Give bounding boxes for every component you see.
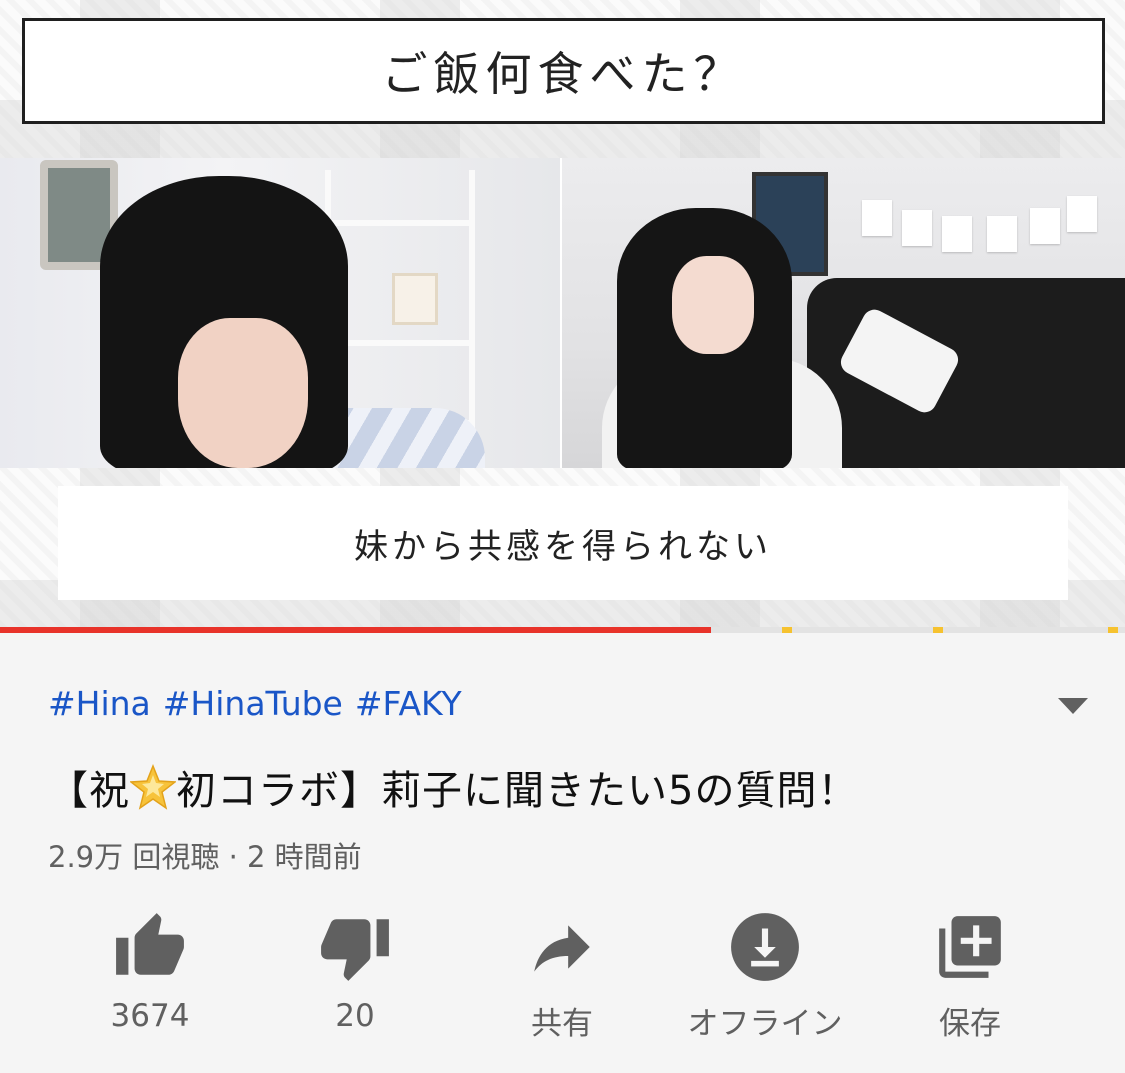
video-title-card: ご飯何食べた？ (22, 18, 1105, 124)
share-label: 共有 (531, 1006, 593, 1042)
save-label: 保存 (939, 1006, 1001, 1042)
like-button[interactable]: 3674 (45, 910, 255, 1034)
dislike-button[interactable]: 20 (250, 910, 460, 1034)
like-count: 3674 (110, 998, 190, 1034)
dislike-count: 20 (335, 998, 375, 1034)
hashtag-link[interactable]: #HinaTube (163, 684, 343, 723)
right-camera-frame (562, 158, 1125, 468)
video-call-frames (0, 158, 1125, 468)
star-emoji-icon (130, 764, 176, 810)
upload-time: 2 時間前 (247, 840, 362, 874)
download-icon (731, 913, 799, 981)
offline-label: オフライン (687, 1006, 843, 1042)
hanging-cards (862, 194, 1097, 274)
progress-played (0, 627, 711, 633)
video-subtitle-card: 妹から共感を得られない (58, 486, 1068, 600)
dislike-icon (321, 919, 389, 981)
offline-button[interactable]: オフライン (660, 910, 870, 1043)
video-title-part1: 【祝 (48, 768, 130, 814)
left-camera-frame (0, 158, 562, 468)
expand-arrow-icon[interactable] (1058, 698, 1088, 716)
video-progress-bar[interactable] (0, 627, 1125, 633)
ad-marker (1108, 627, 1118, 633)
video-player[interactable]: ご飯何食べた？ 妹から共感を得られない (0, 0, 1125, 628)
title-card-text: ご飯何食べた？ (381, 47, 746, 101)
view-count: 2.9万 回視聴 (48, 840, 220, 874)
hashtag-link[interactable]: #FAKY (355, 684, 462, 723)
video-title-part2: 初コラボ】莉子に聞きたい5の質問！ (176, 768, 859, 814)
photo-frame (392, 273, 438, 325)
hashtag-list: #Hina #HinaTube #FAKY (48, 684, 462, 723)
share-icon (534, 925, 590, 972)
person-right-face (672, 256, 754, 354)
subtitle-text: 妹から共感を得られない (354, 526, 772, 567)
action-bar: 3674 20 共有 オフライン 保存 (0, 910, 1125, 1050)
save-button[interactable]: 保存 (865, 910, 1075, 1043)
share-button[interactable]: 共有 (457, 910, 667, 1043)
like-icon (116, 913, 184, 975)
hashtag-link[interactable]: #Hina (48, 684, 151, 723)
ad-marker (782, 627, 792, 633)
person-left-face (178, 318, 308, 468)
ad-marker (933, 627, 943, 633)
playlist-add-icon (939, 916, 1001, 978)
meta-separator: · (228, 840, 238, 874)
video-title: 【祝 初コラボ】莉子に聞きたい5の質問！ (48, 758, 858, 816)
video-meta: 2.9万 回視聴 · 2 時間前 (48, 834, 362, 876)
